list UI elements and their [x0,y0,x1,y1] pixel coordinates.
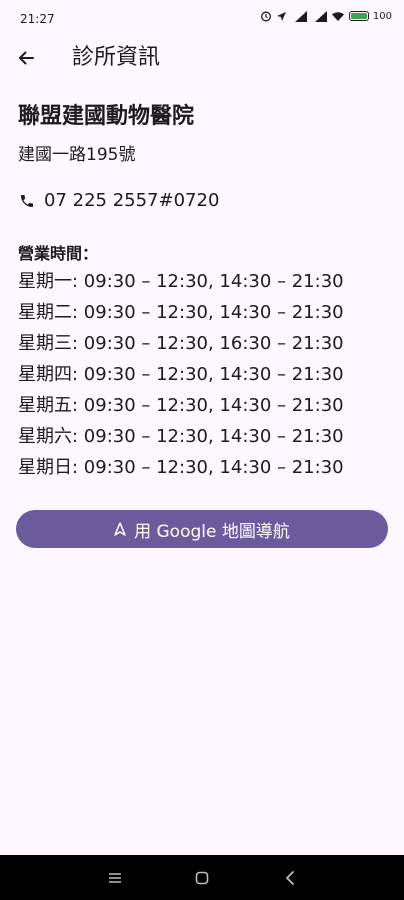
location-icon [276,11,286,21]
wifi-icon [331,11,344,21]
hours-row-monday: 星期一: 09:30 – 12:30, 14:30 – 21:30 [18,271,344,292]
hours-row-sunday: 星期日: 09:30 – 12:30, 14:30 – 21:30 [18,457,344,478]
hours-row-thursday: 星期四: 09:30 – 12:30, 14:30 – 21:30 [18,364,344,385]
page-title: 診所資訊 [72,45,161,70]
hours-row-friday: 星期五: 09:30 – 12:30, 14:30 – 21:30 [18,395,344,416]
recents-button[interactable] [104,867,126,889]
hours-list: 星期一: 09:30 – 12:30, 14:30 – 21:30 星期二: 0… [18,266,388,483]
battery-icon [348,11,369,21]
navigate-button-label: 用 Google 地圖導航 [134,521,290,542]
back-button[interactable] [10,42,42,74]
battery-percent: 100 [372,10,392,22]
phone-icon [18,192,36,210]
back-chevron-icon [286,871,294,885]
system-back-button[interactable] [279,867,301,889]
phone-link[interactable]: 07 225 2557#0720 [18,188,388,214]
status-icons: 100 [260,10,392,22]
clinic-name: 聯盟建國動物醫院 [18,104,195,129]
phone-number: 07 225 2557#0720 [44,190,220,211]
home-button[interactable] [191,867,213,889]
app-bar: 診所資訊 [0,36,404,80]
screen: 21:27 100 診所資訊 聯盟建國動物醫院 建國一路195號 07 225 … [0,0,404,900]
signal-icon-2 [311,10,327,22]
hours-row-saturday: 星期六: 09:30 – 12:30, 14:30 – 21:30 [18,426,344,447]
status-time: 21:27 [20,12,55,26]
hours-row-wednesday: 星期三: 09:30 – 12:30, 16:30 – 21:30 [18,333,344,354]
hours-title: 營業時間： [18,244,99,263]
clinic-info: 聯盟建國動物醫院 建國一路195號 07 225 2557#0720 營業時間：… [18,100,388,483]
status-bar: 21:27 100 [0,0,404,36]
hours-row-tuesday: 星期二: 09:30 – 12:30, 14:30 – 21:30 [18,302,344,323]
navigation-icon [114,522,126,536]
signal-icon [291,10,307,22]
clinic-address: 建國一路195號 [18,145,136,165]
system-nav-bar [0,855,404,900]
alarm-icon [260,11,271,22]
menu-icon [109,873,121,883]
google-maps-navigate-button[interactable]: 用 Google 地圖導航 [16,510,388,548]
home-icon [195,871,209,885]
arrow-back-icon [19,51,34,65]
